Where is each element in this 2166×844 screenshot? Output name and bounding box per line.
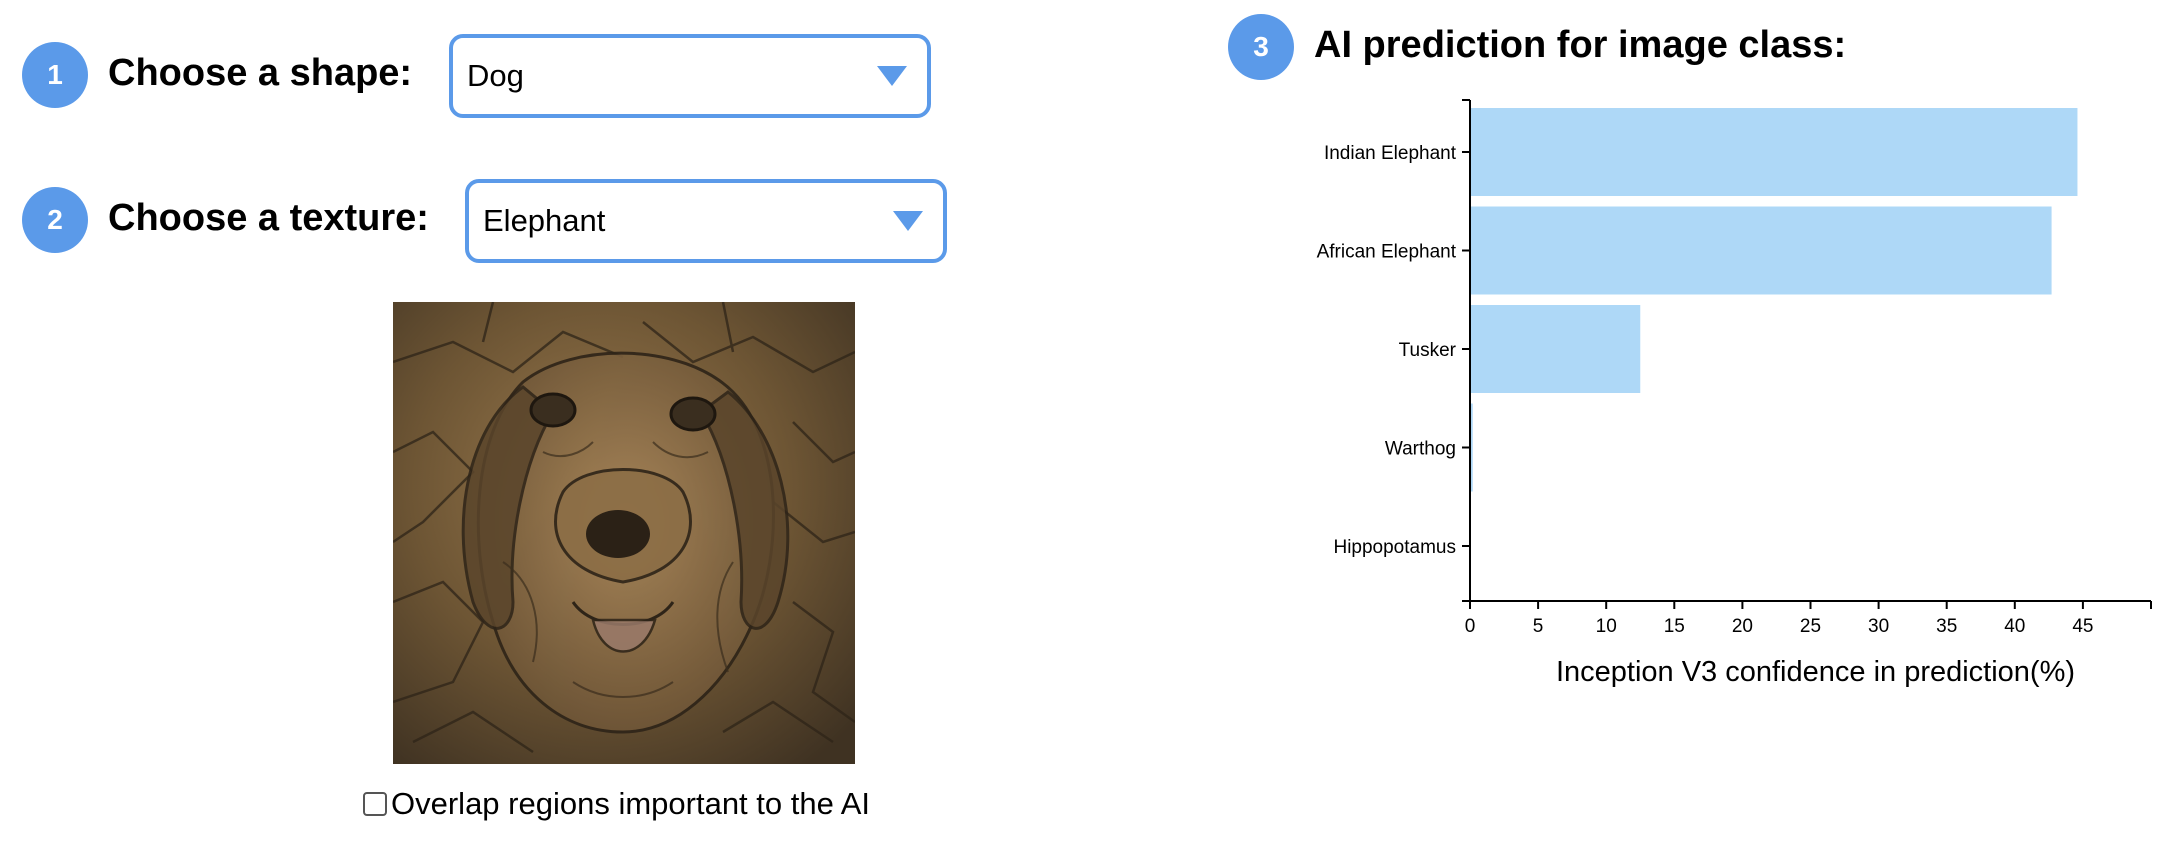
y-tick-label: Tusker [1399,340,1457,361]
shape-select[interactable]: Dog [449,34,931,118]
chevron-down-icon [893,211,923,231]
overlap-option[interactable]: Overlap regions important to the AI [363,786,870,822]
x-tick-label: 25 [1800,616,1821,637]
x-tick-label: 15 [1664,616,1685,637]
y-tick-label: Indian Elephant [1324,143,1457,164]
shape-label: Choose a shape: [108,52,413,94]
step-1-badge: 1 [22,42,88,108]
texture-label: Choose a texture: [108,197,429,239]
x-tick-label: 0 [1465,616,1476,637]
prediction-label: AI prediction for image class: [1314,24,1847,66]
chart-bar [1470,206,2052,295]
texture-select[interactable]: Elephant [465,179,947,263]
x-tick-label: 35 [1936,616,1957,637]
step-2-badge: 2 [22,187,88,253]
texture-image-art [393,302,855,764]
shape-select-value: Dog [467,58,524,93]
overlap-label: Overlap regions important to the AI [391,786,871,821]
step-3-badge: 3 [1228,14,1294,80]
x-tick-label: 10 [1596,616,1617,637]
x-tick-label: 30 [1868,616,1889,637]
x-tick-label: 5 [1533,616,1544,637]
chevron-down-icon [877,66,907,86]
x-tick-label: 40 [2004,616,2025,637]
prediction-bar-chart: Indian Elephant African Elephant Tusker War… [1317,99,2152,688]
page: 1 Choose a shape: Dog 2 Choose a texture… [0,0,2166,844]
x-axis-label: Inception V3 confidence in prediction(%) [1556,656,2075,688]
dog-with-elephant-texture-image [393,302,855,764]
overlap-checkbox[interactable] [363,792,387,816]
texture-select-value: Elephant [483,203,606,238]
chart-bar [1470,305,1641,393]
y-tick-label: Warthog [1385,439,1456,460]
chart-bar [1470,108,2078,196]
x-tick-label: 45 [2072,616,2093,637]
y-tick-label: African Elephant [1317,242,1457,263]
y-tick-label: Hippopotamus [1333,537,1456,558]
x-tick-label: 20 [1732,616,1753,637]
